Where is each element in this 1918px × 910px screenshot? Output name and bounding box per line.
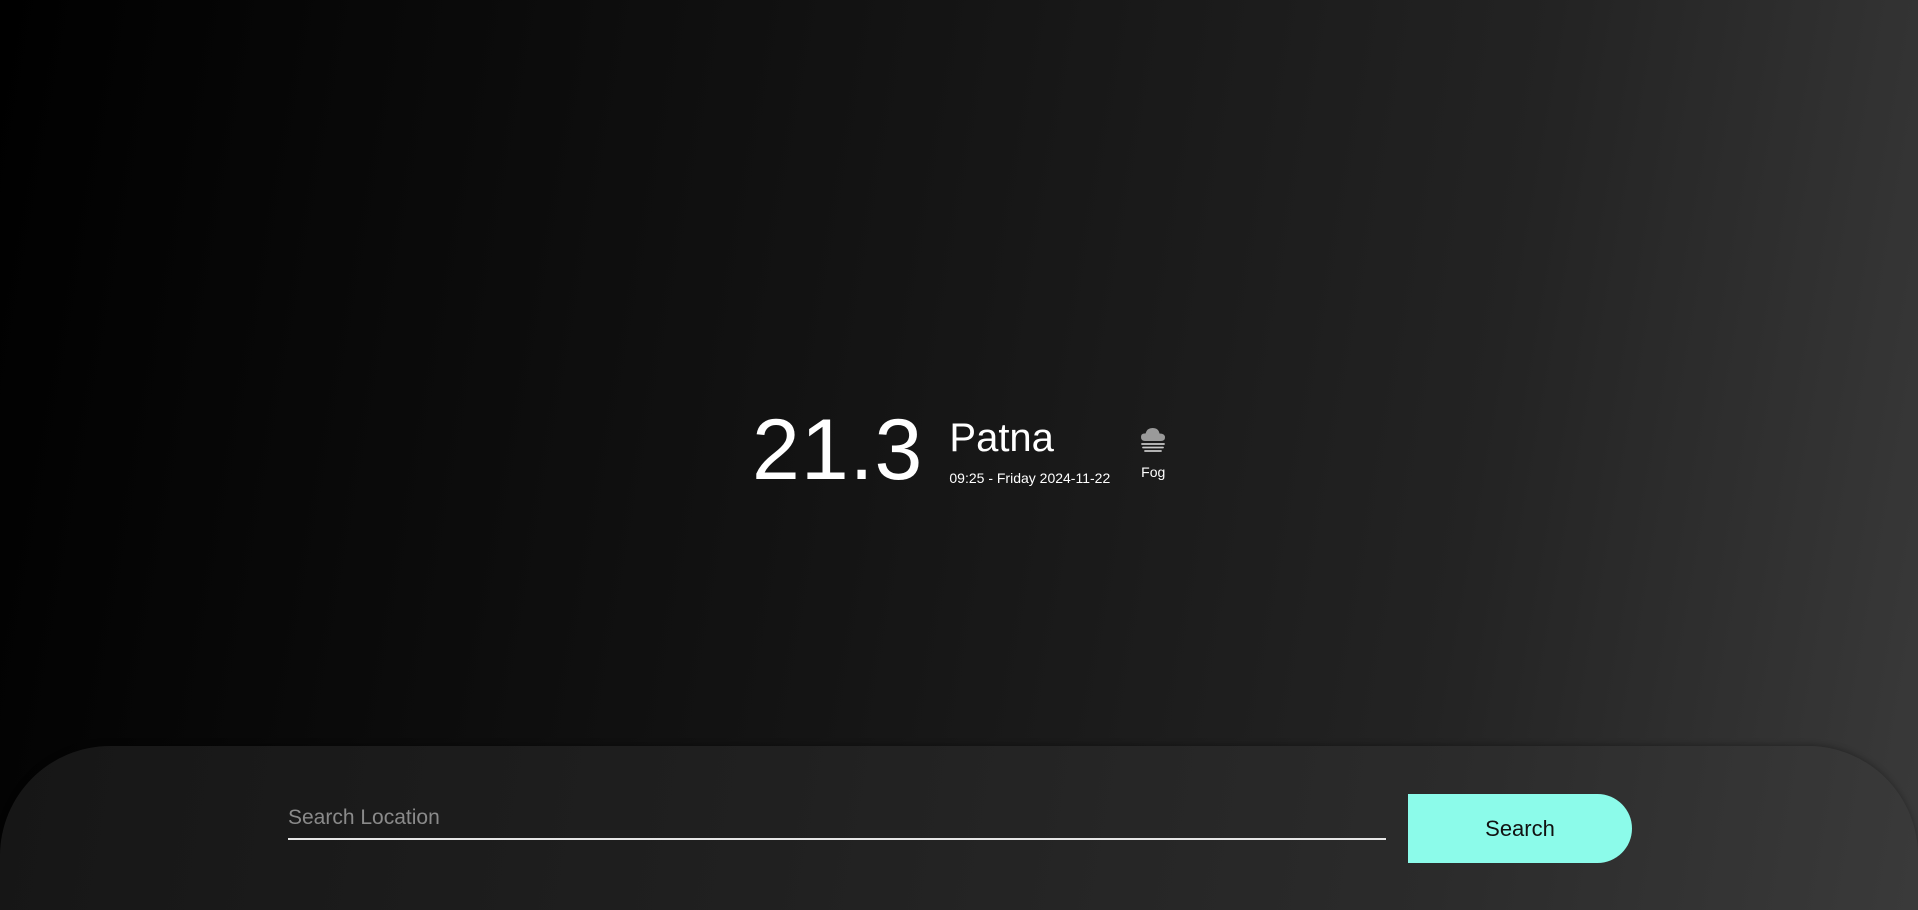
search-panel: Search — [0, 746, 1918, 910]
temperature-value: 21.3 — [752, 402, 924, 498]
date-time: 09:25 - Friday 2024-11-22 — [949, 470, 1111, 486]
location-block: Patna 09:25 - Friday 2024-11-22 — [949, 418, 1110, 486]
city-name: Patna — [949, 416, 1054, 460]
condition-label: Fog — [1141, 464, 1166, 480]
search-input[interactable] — [288, 798, 1386, 840]
search-button[interactable]: Search — [1408, 794, 1632, 863]
fog-icon — [1138, 424, 1168, 452]
weather-condition: Fog — [1138, 424, 1168, 480]
weather-summary: 21.3 Patna 09:25 - Friday 2024-11-22 Fog — [752, 402, 1168, 498]
